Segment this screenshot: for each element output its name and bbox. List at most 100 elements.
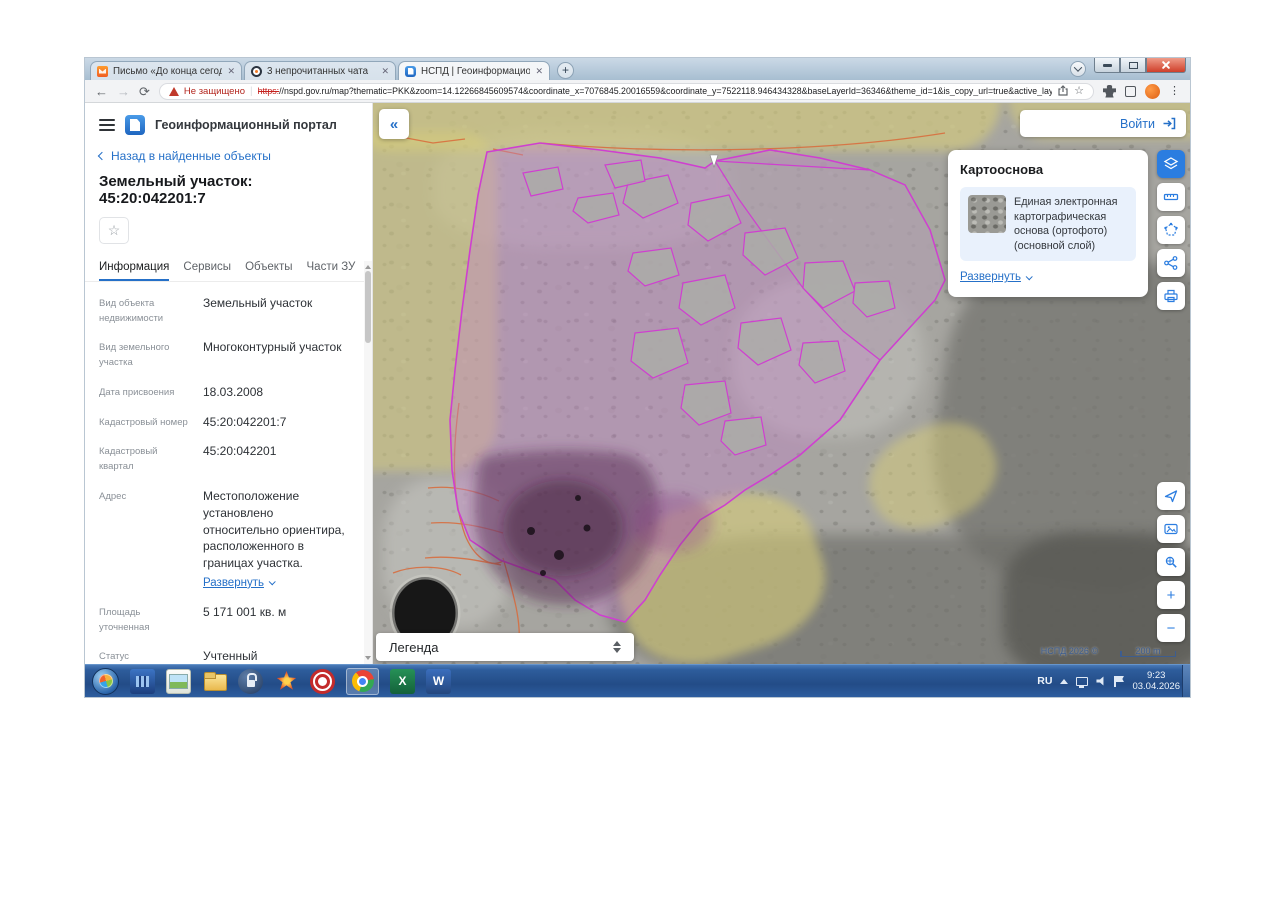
browser-menu-icon[interactable]: ⋮ bbox=[1169, 85, 1180, 97]
back-to-results-link[interactable]: Назад в найденные объекты bbox=[85, 141, 372, 167]
scrollbar-thumb[interactable] bbox=[365, 271, 371, 343]
basemap-thumbnail bbox=[968, 195, 1006, 233]
legend-label: Легенда bbox=[389, 639, 439, 655]
parcel-dark-core bbox=[503, 480, 623, 576]
forward-icon[interactable]: → bbox=[117, 85, 130, 98]
browser-tab-chats[interactable]: 3 непрочитанных чата ✕ bbox=[244, 61, 396, 80]
field-row: Дата присвоения 18.03.2008 bbox=[99, 384, 346, 401]
share-page-icon[interactable] bbox=[1057, 85, 1069, 97]
reload-icon[interactable]: ⟳ bbox=[139, 85, 150, 98]
mail-favicon-icon bbox=[97, 65, 108, 77]
tab-services[interactable]: Сервисы bbox=[183, 261, 231, 281]
action-center-flag-icon[interactable] bbox=[1114, 675, 1124, 687]
map-tools-bottom: + − bbox=[1157, 482, 1187, 642]
browser-toolbar: ← → ⟳ Не защищено | https://nspd.gov.ru/… bbox=[85, 80, 1190, 103]
browser-tab-mail[interactable]: Письмо «До конца сегодняшн ✕ bbox=[90, 61, 242, 80]
legend-toggle-bar[interactable]: Легенда bbox=[376, 633, 634, 661]
taskbar-excel[interactable]: X bbox=[390, 668, 415, 694]
taskbar-clock[interactable]: 9:23 03.04.2026 bbox=[1132, 670, 1180, 693]
new-tab-button[interactable]: + bbox=[557, 62, 574, 79]
field-value: Местоположение установлено относительно … bbox=[203, 488, 346, 591]
basemap-layer-card[interactable]: Единая электронная картографическая осно… bbox=[960, 187, 1136, 262]
security-warning-label[interactable]: Не защищено bbox=[184, 86, 245, 97]
extensions-puzzle-icon[interactable] bbox=[1103, 84, 1116, 98]
field-value: Многоконтурный участок bbox=[203, 340, 342, 355]
taskbar-photo-viewer[interactable] bbox=[166, 668, 191, 694]
login-bar[interactable]: Войти bbox=[1020, 110, 1186, 137]
chevron-left-icon bbox=[97, 151, 107, 161]
sidebar-scrollbar[interactable] bbox=[364, 261, 372, 664]
browser-tab-nspd[interactable]: НСПД | Геоинформационный п ✕ bbox=[398, 61, 550, 80]
portal-logo-icon[interactable] bbox=[125, 115, 145, 135]
print-tool-button[interactable] bbox=[1157, 282, 1185, 310]
hamburger-menu-icon[interactable] bbox=[99, 119, 115, 131]
field-label: Вид земельного участка bbox=[99, 342, 170, 369]
print-icon bbox=[1164, 289, 1178, 303]
zoom-in-button[interactable]: + bbox=[1157, 581, 1185, 609]
field-value: 18.03.2008 bbox=[203, 384, 264, 399]
ruler-tool-button[interactable] bbox=[1157, 183, 1185, 211]
taskbar-word[interactable]: W bbox=[426, 668, 451, 694]
map-canvas[interactable]: « Войти Картооснова Единая электронная к… bbox=[373, 103, 1190, 664]
tab-close-icon[interactable]: ✕ bbox=[227, 66, 235, 76]
maximize-button[interactable] bbox=[1120, 58, 1146, 73]
network-icon[interactable] bbox=[1076, 676, 1089, 688]
chevron-down-icon bbox=[1025, 273, 1033, 281]
taskbar-explorer[interactable] bbox=[202, 669, 227, 694]
desktop-screenshot: Письмо «До конца сегодняшн ✕ 3 непрочита… bbox=[85, 58, 1190, 697]
taskbar-lock-app[interactable] bbox=[238, 668, 263, 694]
expand-address-link[interactable]: Развернуть bbox=[203, 575, 276, 591]
windows-taskbar: X W RU 9:23 03.04.2026 bbox=[85, 664, 1190, 697]
excel-glyph: X bbox=[398, 674, 407, 688]
plus-icon: + bbox=[1166, 586, 1176, 604]
sidebar-collapse-button[interactable]: « bbox=[379, 109, 409, 139]
field-row-address: Адрес Местоположение установлено относит… bbox=[99, 488, 346, 591]
windows-flag-icon bbox=[96, 672, 115, 690]
field-label: Кадастровый квартал bbox=[99, 446, 158, 473]
tab-objects[interactable]: Объекты bbox=[245, 261, 292, 281]
zoom-out-button[interactable]: − bbox=[1157, 614, 1185, 642]
tab-search-button[interactable] bbox=[1070, 61, 1086, 77]
scroll-up-icon[interactable] bbox=[365, 263, 371, 269]
back-icon[interactable]: ← bbox=[95, 85, 108, 98]
taskbar-chrome-active[interactable] bbox=[346, 667, 379, 695]
word-glyph: W bbox=[432, 674, 445, 688]
screenshot-tool-button[interactable] bbox=[1157, 515, 1185, 543]
scroll-down-icon[interactable] bbox=[365, 656, 371, 662]
polygon-select-tool-button[interactable] bbox=[1157, 216, 1185, 244]
taskbar-app-blue[interactable] bbox=[130, 668, 155, 694]
favorite-star-button[interactable]: ☆ bbox=[99, 217, 129, 244]
tab-close-icon[interactable]: ✕ bbox=[535, 66, 543, 76]
layers-tool-button[interactable] bbox=[1157, 150, 1185, 178]
security-warning-icon[interactable] bbox=[168, 86, 179, 96]
login-icon bbox=[1163, 117, 1176, 130]
url-text[interactable]: https://nspd.gov.ru/map?thematic=PKK&zoo… bbox=[258, 86, 1053, 96]
navigate-tool-button[interactable] bbox=[1157, 482, 1185, 510]
side-panel-icon[interactable] bbox=[1125, 85, 1136, 97]
language-indicator[interactable]: RU bbox=[1037, 675, 1052, 687]
tab-close-icon[interactable]: ✕ bbox=[381, 66, 389, 76]
profile-avatar[interactable] bbox=[1145, 83, 1160, 99]
navigate-icon bbox=[1164, 490, 1178, 503]
close-button[interactable] bbox=[1146, 58, 1186, 73]
address-bar[interactable]: Не защищено | https://nspd.gov.ru/map?th… bbox=[158, 82, 1094, 100]
minimize-button[interactable] bbox=[1094, 58, 1120, 73]
share-map-tool-button[interactable] bbox=[1157, 249, 1185, 277]
tab-information[interactable]: Информация bbox=[99, 261, 170, 281]
search-area-tool-button[interactable] bbox=[1157, 548, 1185, 576]
field-row: Кадастровый номер 45:20:042201:7 bbox=[99, 414, 346, 431]
show-desktop-button[interactable] bbox=[1182, 665, 1190, 697]
hidden-icons-icon[interactable] bbox=[1060, 678, 1069, 684]
field-label: Площадь уточненная bbox=[99, 606, 150, 633]
volume-icon[interactable] bbox=[1096, 676, 1104, 686]
basemap-expand-link[interactable]: Развернуть bbox=[960, 271, 1033, 283]
field-value: 5 171 001 кв. м bbox=[203, 604, 287, 619]
legend-expand-icon[interactable] bbox=[613, 641, 621, 653]
bookmark-star-icon[interactable]: ☆ bbox=[1074, 85, 1084, 97]
nspd-favicon-icon bbox=[405, 65, 416, 77]
taskbar-cryptopro[interactable] bbox=[310, 668, 335, 694]
start-button[interactable] bbox=[92, 667, 119, 695]
taskbar-red-star-app[interactable] bbox=[274, 669, 299, 694]
tab-parcel-parts[interactable]: Части ЗУ bbox=[307, 261, 356, 281]
ruler-icon bbox=[1163, 193, 1179, 201]
